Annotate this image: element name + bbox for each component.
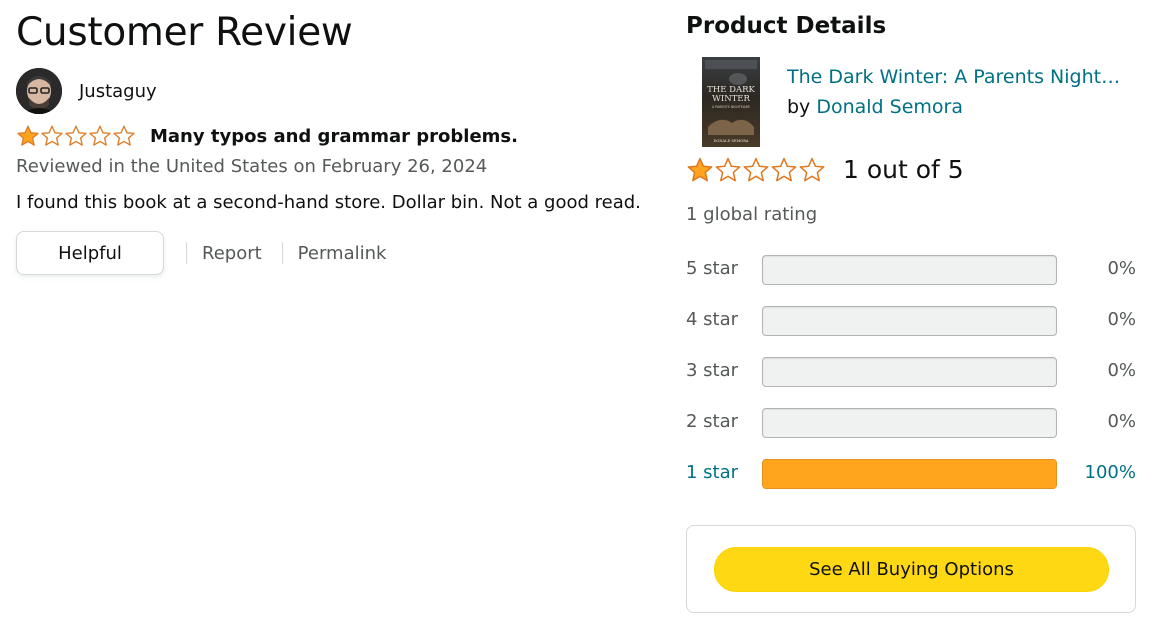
histogram-bar[interactable]	[762, 255, 1057, 285]
product-title-link[interactable]: The Dark Winter: A Parents Nightmare	[787, 66, 1127, 88]
star-filled-icon	[687, 157, 713, 181]
global-rating-count: 1 global rating	[686, 204, 818, 225]
star-filled-icon	[17, 125, 39, 146]
divider	[186, 242, 187, 264]
average-star-rating[interactable]	[686, 156, 826, 184]
cover-title-line2: WINTER	[712, 94, 750, 104]
buying-options-box: See All Buying Options	[686, 525, 1136, 613]
reviewer-profile[interactable]: Justaguy	[16, 68, 157, 114]
histogram-percent[interactable]: 100%	[1085, 462, 1136, 483]
star-empty-icon	[715, 157, 741, 181]
average-rating-row: 1 out of 5	[686, 155, 964, 184]
product-cover-image[interactable]: THE DARK WINTER A PARENTS NIGHTMARE DONA…	[702, 57, 760, 147]
average-rating-text: 1 out of 5	[843, 155, 964, 184]
review-title-row: Many typos and grammar problems.	[16, 124, 518, 148]
histogram-percent[interactable]: 0%	[1107, 309, 1136, 330]
avatar[interactable]	[16, 68, 62, 114]
histogram-bar[interactable]	[762, 459, 1057, 489]
author-link[interactable]: Donald Semora	[816, 96, 963, 118]
histogram-row[interactable]: 1 star 100%	[686, 459, 1136, 489]
star-empty-icon	[743, 157, 769, 181]
divider	[281, 242, 283, 264]
star-empty-icon	[799, 157, 825, 181]
histogram-row[interactable]: 4 star 0%	[686, 306, 1136, 336]
product-details-title: Product Details	[686, 13, 887, 39]
review-star-rating[interactable]	[16, 124, 136, 148]
permalink-link[interactable]: Permalink	[298, 243, 387, 264]
review-actions: Helpful Report Permalink	[16, 231, 386, 275]
review-date: Reviewed in the United States on Februar…	[16, 156, 488, 177]
histogram-star-label[interactable]: 5 star	[686, 258, 738, 279]
see-all-buying-options-button[interactable]: See All Buying Options	[714, 547, 1109, 592]
histogram-bar[interactable]	[762, 357, 1057, 387]
histogram-percent[interactable]: 0%	[1107, 360, 1136, 381]
reviewer-name[interactable]: Justaguy	[79, 81, 157, 102]
cover-subtitle: A PARENTS NIGHTMARE	[712, 105, 750, 109]
histogram-row[interactable]: 5 star 0%	[686, 255, 1136, 285]
star-empty-icon	[771, 157, 797, 181]
product-byline: by Donald Semora	[787, 96, 963, 118]
histogram-bar-fill	[763, 460, 1056, 488]
review-body: I found this book at a second-hand store…	[16, 192, 641, 213]
page-title: Customer Review	[16, 10, 353, 55]
histogram-bar[interactable]	[762, 408, 1057, 438]
histogram-star-label[interactable]: 3 star	[686, 360, 738, 381]
histogram-row[interactable]: 2 star 0%	[686, 408, 1136, 438]
histogram-row[interactable]: 3 star 0%	[686, 357, 1136, 387]
histogram-percent[interactable]: 0%	[1107, 258, 1136, 279]
star-empty-icon	[65, 125, 87, 146]
histogram-percent[interactable]: 0%	[1107, 411, 1136, 432]
star-empty-icon	[41, 125, 63, 146]
histogram-star-label[interactable]: 2 star	[686, 411, 738, 432]
review-title[interactable]: Many typos and grammar problems.	[150, 126, 518, 147]
by-label: by	[787, 96, 811, 118]
histogram-bar[interactable]	[762, 306, 1057, 336]
report-link[interactable]: Report	[202, 243, 262, 264]
star-empty-icon	[113, 125, 135, 146]
cover-author: DONALD SEMORA	[714, 139, 749, 143]
histogram-star-label[interactable]: 4 star	[686, 309, 738, 330]
helpful-button[interactable]: Helpful	[16, 231, 164, 275]
star-empty-icon	[89, 125, 111, 146]
histogram-star-label[interactable]: 1 star	[686, 462, 738, 483]
